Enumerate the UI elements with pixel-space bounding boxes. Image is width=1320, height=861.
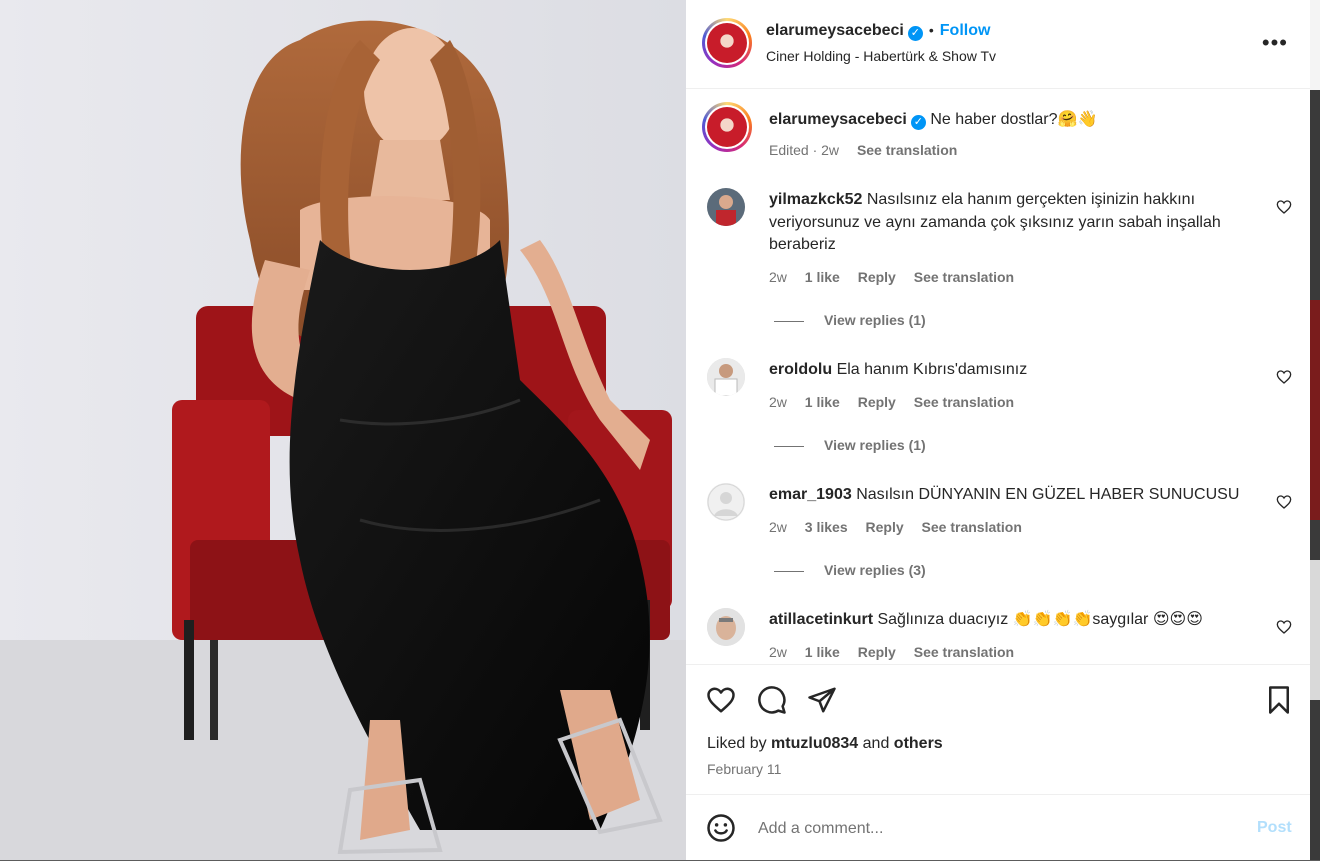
caption-text: Ne haber dostlar?🤗👋 — [930, 111, 1098, 128]
comment-body: Sağlınıza duacıyız 👏👏👏👏saygılar 😍😍😍 — [877, 611, 1203, 628]
comment-bubble-icon[interactable] — [757, 685, 787, 715]
author-avatar[interactable] — [702, 18, 752, 68]
comment-text-3: emar_1903 Nasılsın DÜNYANIN EN GÜZEL HAB… — [769, 484, 1269, 507]
see-translation-link[interactable]: See translation — [914, 394, 1014, 410]
comment-age: 2w — [769, 519, 787, 535]
comment-age: 2w — [769, 269, 787, 285]
more-options-icon[interactable]: ••• — [1262, 30, 1288, 56]
comment-like-heart-icon[interactable] — [1276, 369, 1292, 385]
comment-text-4: atillacetinkurt Sağlınıza duacıyız 👏👏👏👏s… — [769, 609, 1269, 632]
reply-button[interactable]: Reply — [858, 394, 896, 410]
liked-by-line: Liked by mtuzlu0834 and others — [707, 735, 943, 753]
verified-badge-icon: ✓ — [910, 115, 926, 130]
caption: elarumeysacebeci ✓ Ne haber dostlar?🤗👋 — [769, 109, 1269, 132]
commenter-avatar[interactable] — [707, 188, 745, 226]
commenter-avatar[interactable] — [707, 608, 745, 646]
comment-meta: 2w 1 like Reply See translation — [769, 644, 1028, 660]
comment-meta: 2w 1 like Reply See translation — [769, 394, 1028, 410]
post-header: elarumeysacebeci ✓ • Follow Ciner Holding -… — [686, 0, 1310, 89]
liked-by-prefix: Liked by — [707, 735, 767, 752]
comment-body: Ela hanım Kıbrıs'damısınız — [836, 361, 1028, 378]
comment-age: 2w — [769, 644, 787, 660]
like-heart-icon[interactable] — [706, 685, 736, 715]
commenter-avatar[interactable] — [707, 358, 745, 396]
author-username[interactable]: elarumeysacebeci — [766, 22, 904, 39]
post-comment-button[interactable]: Post — [1257, 819, 1292, 837]
commenter-avatar[interactable] — [707, 483, 745, 521]
post-date[interactable]: February 11 — [707, 761, 781, 777]
see-translation-link[interactable]: See translation — [922, 519, 1022, 535]
verified-badge-icon: ✓ — [907, 26, 923, 41]
caption-edited: Edited · 2w — [769, 142, 840, 158]
reply-button[interactable]: Reply — [858, 269, 896, 285]
post-actions: Liked by mtuzlu0834 and others February … — [686, 664, 1310, 795]
comment-like-heart-icon[interactable] — [1276, 494, 1292, 510]
comment-likes[interactable]: 1 like — [805, 644, 840, 660]
comment-text-2: eroldolu Ela hanım Kıbrıs'damısınız — [769, 359, 1269, 382]
reply-button[interactable]: Reply — [866, 519, 904, 535]
comment-text-1: yilmazkck52 Nasılsınız ela hanım gerçekt… — [769, 189, 1269, 257]
liked-by-user[interactable]: mtuzlu0834 — [771, 735, 858, 752]
share-paper-plane-icon[interactable] — [807, 685, 837, 715]
caption-meta: Edited · 2w See translation — [769, 142, 971, 158]
view-replies-button[interactable]: View replies (1) — [774, 437, 926, 453]
comments-list[interactable]: elarumeysacebeci ✓ Ne haber dostlar?🤗👋 Ed… — [686, 89, 1310, 663]
follow-button[interactable]: Follow — [940, 22, 991, 39]
liked-by-and: and — [862, 735, 890, 752]
add-comment-bar: Post — [686, 794, 1310, 861]
comment-username[interactable]: yilmazkck52 — [769, 191, 862, 208]
comment-username[interactable]: eroldolu — [769, 361, 832, 378]
view-replies-label: View replies (1) — [824, 437, 926, 453]
comment-like-heart-icon[interactable] — [1276, 619, 1292, 635]
view-replies-button[interactable]: View replies (3) — [774, 562, 926, 578]
post-details-panel: elarumeysacebeci ✓ • Follow Ciner Holding -… — [686, 0, 1310, 860]
see-translation-link[interactable]: See translation — [857, 142, 957, 158]
background-strip — [1310, 0, 1320, 860]
liked-by-others[interactable]: others — [894, 735, 943, 752]
comment-age: 2w — [769, 394, 787, 410]
see-translation-link[interactable]: See translation — [914, 644, 1014, 660]
comment-meta: 2w 1 like Reply See translation — [769, 269, 1028, 285]
see-translation-link[interactable]: See translation — [914, 269, 1014, 285]
comment-body: Nasılsın DÜNYANIN EN GÜZEL HABER SUNUCUS… — [856, 486, 1240, 503]
reply-button[interactable]: Reply — [858, 644, 896, 660]
author-line: elarumeysacebeci ✓ • Follow — [766, 22, 990, 41]
caption-avatar[interactable] — [702, 102, 752, 152]
comment-likes[interactable]: 1 like — [805, 269, 840, 285]
comment-likes[interactable]: 1 like — [805, 394, 840, 410]
add-comment-input[interactable] — [756, 815, 1220, 843]
view-replies-label: View replies (3) — [824, 562, 926, 578]
post-photo — [0, 0, 686, 860]
comment-meta: 2w 3 likes Reply See translation — [769, 519, 1036, 535]
view-replies-button[interactable]: View replies (1) — [774, 312, 926, 328]
caption-username[interactable]: elarumeysacebeci — [769, 111, 907, 128]
comment-like-heart-icon[interactable] — [1276, 199, 1292, 215]
save-bookmark-icon[interactable] — [1264, 685, 1294, 715]
comment-username[interactable]: atillacetinkurt — [769, 611, 873, 628]
emoji-smiley-icon[interactable] — [706, 813, 736, 843]
comment-username[interactable]: emar_1903 — [769, 486, 852, 503]
view-replies-label: View replies (1) — [824, 312, 926, 328]
separator-dot: • — [928, 22, 934, 38]
comment-likes[interactable]: 3 likes — [805, 519, 848, 535]
author-subtitle: Ciner Holding - Habertürk & Show Tv — [766, 48, 997, 64]
